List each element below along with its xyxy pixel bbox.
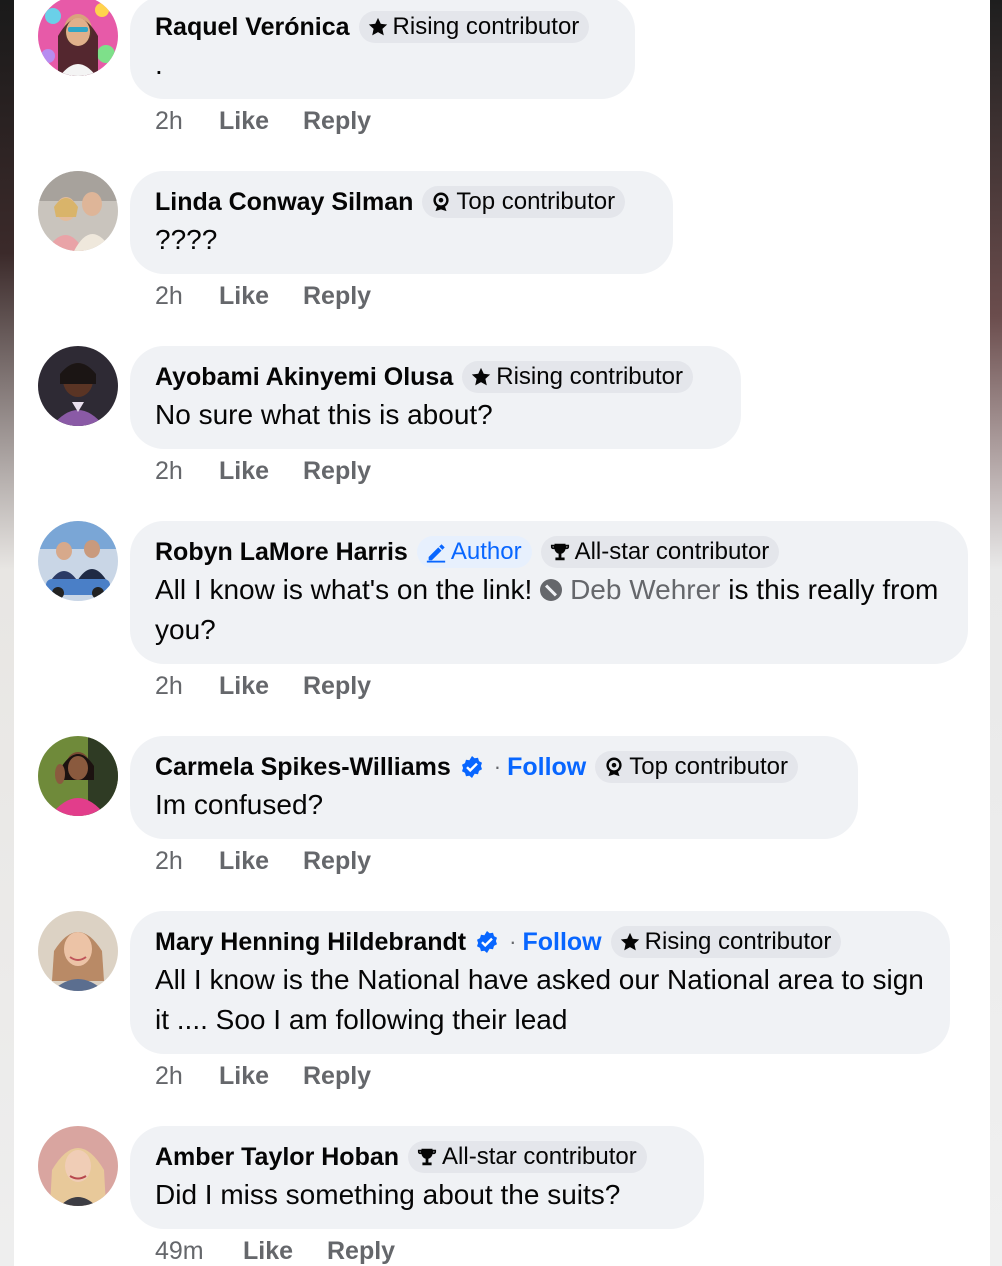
follow-button[interactable]: Follow <box>507 753 586 782</box>
star-icon <box>368 17 387 36</box>
comment-author-name[interactable]: Carmela Spikes-Williams <box>155 753 451 782</box>
comment-bubble: Robyn LaMore Harris Author All-star cont… <box>130 521 968 664</box>
contributor-badge[interactable]: Top contributor <box>422 186 626 218</box>
badge-label: Top contributor <box>629 753 788 780</box>
comment-timestamp[interactable]: 49m <box>155 1237 243 1266</box>
blocked-icon <box>540 579 563 601</box>
star-icon <box>472 367 491 386</box>
avatar[interactable] <box>38 521 118 601</box>
reply-button[interactable]: Reply <box>303 1062 371 1091</box>
badge-label: Top contributor <box>456 188 616 215</box>
comment-actions: 49m Like Reply <box>155 1237 395 1266</box>
trophy-icon <box>417 1148 437 1166</box>
comment-text-before: All I know is what's on the link! <box>155 574 533 605</box>
comment-bubble: Mary Henning Hildebrandt · Follow Rising… <box>130 911 950 1054</box>
like-button[interactable]: Like <box>243 1237 327 1266</box>
comment-text: . <box>155 49 163 80</box>
comment-actions: 2h Like Reply <box>155 672 371 701</box>
contributor-badge[interactable]: Rising contributor <box>462 361 693 393</box>
comment-actions: 2h Like Reply <box>155 457 371 486</box>
medal-icon <box>606 757 622 777</box>
comment-timestamp[interactable]: 2h <box>155 282 219 311</box>
comment-text: ???? <box>155 224 218 255</box>
comment-timestamp[interactable]: 2h <box>155 457 219 486</box>
comment-bubble: Ayobami Akinyemi Olusa Rising contributo… <box>130 346 741 449</box>
avatar[interactable] <box>38 346 118 426</box>
comment-timestamp[interactable]: 2h <box>155 847 219 876</box>
comment-actions: 2h Like Reply <box>155 282 371 311</box>
comment-author-name[interactable]: Mary Henning Hildebrandt <box>155 928 466 957</box>
comment-actions: 2h Like Reply <box>155 107 371 136</box>
comment-timestamp[interactable]: 2h <box>155 672 219 701</box>
avatar[interactable] <box>38 736 118 816</box>
badge-label: All-star contributor <box>574 538 770 565</box>
comment-actions: 2h Like Reply <box>155 1062 371 1091</box>
author-badge[interactable]: Author <box>416 536 532 568</box>
comment-author-name[interactable]: Amber Taylor Hoban <box>155 1143 399 1172</box>
contributor-badge[interactable]: All-star contributor <box>408 1141 647 1173</box>
like-button[interactable]: Like <box>219 457 303 486</box>
like-button[interactable]: Like <box>219 282 303 311</box>
avatar[interactable] <box>38 911 118 991</box>
like-button[interactable]: Like <box>219 847 303 876</box>
comment-bubble: Raquel Verónica Rising contributor . <box>130 0 635 99</box>
verified-badge-icon <box>460 755 484 779</box>
verified-badge-icon <box>475 930 499 954</box>
reply-button[interactable]: Reply <box>303 847 371 876</box>
reply-button[interactable]: Reply <box>327 1237 395 1266</box>
medal-icon <box>433 192 449 212</box>
comment-text: All I know is the National have asked ou… <box>155 964 924 1035</box>
comment-author-name[interactable]: Raquel Verónica <box>155 13 350 42</box>
comment-bubble: Carmela Spikes-Williams · Follow Top con… <box>130 736 858 839</box>
contributor-badge[interactable]: Rising contributor <box>358 11 590 43</box>
background-left-edge <box>0 0 14 1266</box>
background-right-edge <box>990 0 1002 1266</box>
comment-timestamp[interactable]: 2h <box>155 1062 219 1091</box>
like-button[interactable]: Like <box>219 1062 303 1091</box>
badge-label: Rising contributor <box>496 363 683 390</box>
contributor-badge[interactable]: Rising contributor <box>610 926 842 958</box>
badge-label: All-star contributor <box>442 1143 637 1170</box>
pencil-icon <box>426 544 446 563</box>
reply-button[interactable]: Reply <box>303 107 371 136</box>
mention-link[interactable]: Deb Wehrer <box>570 574 720 605</box>
comment-actions: 2h Like Reply <box>155 847 371 876</box>
trophy-icon <box>550 543 569 561</box>
badge-label: Rising contributor <box>392 13 580 40</box>
badge-label: Rising contributor <box>644 928 832 955</box>
reply-button[interactable]: Reply <box>303 282 371 311</box>
star-icon <box>620 932 639 951</box>
comment-text: Did I miss something about the suits? <box>155 1179 621 1210</box>
comment-timestamp[interactable]: 2h <box>155 107 219 136</box>
comment-text: No sure what this is about? <box>155 399 493 430</box>
comment-text: All I know is what's on the link! Deb We… <box>155 570 942 650</box>
comment-author-name[interactable]: Linda Conway Silman <box>155 188 413 217</box>
avatar[interactable] <box>38 171 118 251</box>
comment-author-name[interactable]: Ayobami Akinyemi Olusa <box>155 363 453 392</box>
reply-button[interactable]: Reply <box>303 672 371 701</box>
like-button[interactable]: Like <box>219 672 303 701</box>
comments-panel: Raquel Verónica Rising contributor . 2h L… <box>14 0 990 1266</box>
separator-dot: · <box>509 929 517 954</box>
contributor-badge[interactable]: All-star contributor <box>540 536 780 568</box>
avatar[interactable] <box>38 0 118 76</box>
separator-dot: · <box>493 754 502 779</box>
follow-button[interactable]: Follow <box>522 928 601 957</box>
reply-button[interactable]: Reply <box>303 457 371 486</box>
comment-text: Im confused? <box>155 789 324 820</box>
comment-author-name[interactable]: Robyn LaMore Harris <box>155 538 408 567</box>
like-button[interactable]: Like <box>219 107 303 136</box>
contributor-badge[interactable]: Top contributor <box>595 751 798 783</box>
comment-bubble: Amber Taylor Hoban All-star contributor … <box>130 1126 704 1229</box>
author-badge-label: Author <box>450 538 522 565</box>
comment-bubble: Linda Conway Silman Top contributor ???? <box>130 171 673 274</box>
avatar[interactable] <box>38 1126 118 1206</box>
